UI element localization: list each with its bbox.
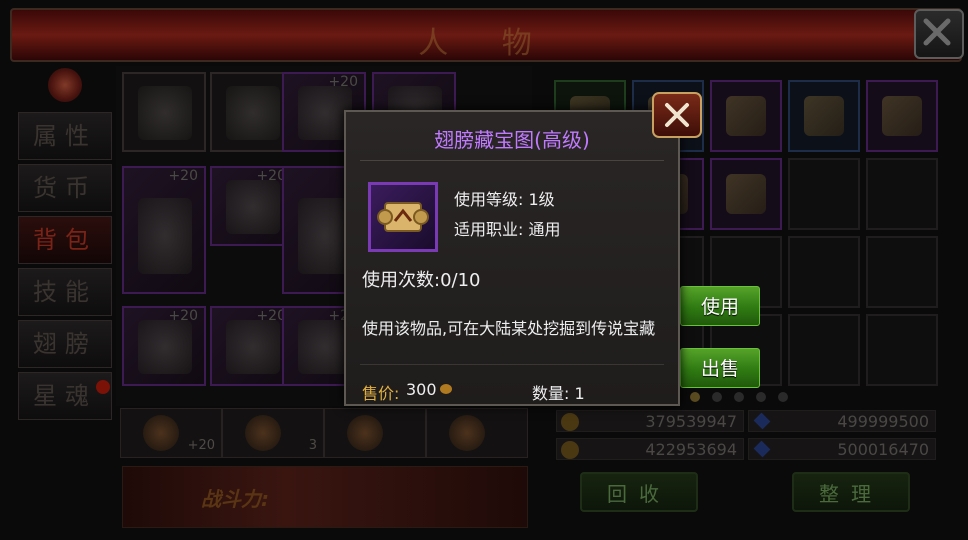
bound-gold-icon: [561, 441, 579, 459]
page-dot[interactable]: [712, 392, 722, 402]
inventory-slot[interactable]: [710, 158, 782, 230]
diamond-icon: [753, 412, 771, 430]
close-icon: [665, 103, 689, 127]
bound-gold-amount: 422953694: [645, 440, 737, 459]
enhance-level: +20: [168, 168, 198, 184]
sell-button[interactable]: 出售: [680, 348, 760, 388]
sidebar: 属性 货币 背包 技能 翅膀 星魂: [18, 68, 114, 420]
accessory-count: 3: [308, 438, 317, 453]
accessory-row: +20 3: [116, 408, 532, 458]
quantity: 数量: 1: [532, 384, 585, 403]
use-button[interactable]: 使用: [680, 286, 760, 326]
equip-slot-ring[interactable]: [122, 72, 206, 152]
bound-diamond-display: 500016470: [748, 438, 936, 460]
window-title: 人 物: [418, 26, 554, 61]
tab-currency[interactable]: 货币: [18, 164, 112, 212]
orb-icon: [245, 415, 281, 451]
inventory-slot[interactable]: [710, 80, 782, 152]
tab-backpack[interactable]: 背包: [18, 216, 112, 264]
accessory-count: +20: [187, 438, 215, 453]
sort-button[interactable]: 整理: [792, 472, 910, 512]
inventory-slot[interactable]: [788, 158, 860, 230]
close-window-button[interactable]: [914, 9, 964, 59]
character-screen: 人 物 属性 货币 背包 技能 翅膀 星魂 +20 +20 +20 +20 +2…: [0, 0, 968, 540]
divider: [360, 364, 664, 365]
divider: [360, 160, 664, 161]
bracer-icon: [226, 180, 280, 234]
sword-icon: [138, 198, 192, 274]
item-icon-frame: [368, 182, 438, 252]
pet-icon: [449, 415, 485, 451]
item-tooltip: 翅膀藏宝图(高级) 使用等级: 1级 适用职业: 通用 使用次数:0/10 使用…: [344, 110, 680, 406]
accessory-slot[interactable]: [324, 408, 426, 458]
gold-coin-icon: [440, 384, 452, 394]
use-count: 使用次数:0/10: [362, 270, 481, 291]
page-dot[interactable]: [756, 392, 766, 402]
medal-icon: [143, 415, 179, 451]
gold-amount: 379539947: [645, 412, 737, 431]
inventory-slot[interactable]: [866, 236, 938, 308]
bound-diamond-amount: 500016470: [837, 440, 929, 459]
treasure-map-icon: [726, 96, 766, 136]
bracelet-icon: [226, 320, 280, 374]
combat-power-bar: 战斗力:: [122, 466, 528, 528]
tab-wings[interactable]: 翅膀: [18, 320, 112, 368]
accessory-slot[interactable]: [426, 408, 528, 458]
applicable-class: 适用职业: 通用: [454, 220, 561, 239]
treasure-map-icon: [377, 202, 429, 232]
equip-slot-weapon[interactable]: +20: [122, 166, 206, 294]
page-dot[interactable]: [778, 392, 788, 402]
bound-gold-display: 422953694: [556, 438, 744, 460]
treasure-map-icon: [882, 96, 922, 136]
inventory-slot[interactable]: [788, 80, 860, 152]
recycle-button[interactable]: 回收: [580, 472, 698, 512]
item-description: 使用该物品,可在大陆某处挖掘到传说宝藏: [362, 319, 656, 338]
character-emblem-icon: [48, 68, 82, 102]
close-icon: [923, 18, 951, 46]
inventory-slot[interactable]: [866, 80, 938, 152]
use-level: 使用等级: 1级: [454, 190, 555, 209]
ring-icon: [138, 86, 192, 140]
notification-dot: [96, 380, 110, 394]
treasure-map-icon: [804, 96, 844, 136]
necklace-icon: [226, 86, 280, 140]
inventory-slot[interactable]: [788, 236, 860, 308]
diamond-display: 499999500: [748, 410, 936, 432]
bound-diamond-icon: [753, 440, 771, 458]
accessory-slot[interactable]: 3: [222, 408, 324, 458]
treasure-map-icon: [726, 174, 766, 214]
combat-power-label: 战斗力:: [201, 487, 269, 511]
gloves-icon: [138, 320, 192, 374]
equip-slot-gloves[interactable]: +20: [122, 306, 206, 386]
diamond-amount: 499999500: [837, 412, 929, 431]
title-bar: 人 物: [10, 8, 962, 62]
price-value: 300: [406, 380, 437, 399]
tab-star-soul[interactable]: 星魂: [18, 372, 112, 420]
page-dot[interactable]: [734, 392, 744, 402]
gold-display: 379539947: [556, 410, 744, 432]
tab-skills[interactable]: 技能: [18, 268, 112, 316]
inventory-slot[interactable]: [788, 314, 860, 386]
item-name: 翅膀藏宝图(高级): [434, 128, 590, 152]
tab-attributes[interactable]: 属性: [18, 112, 112, 160]
accessory-slot[interactable]: +20: [120, 408, 222, 458]
mount-icon: [347, 415, 383, 451]
inventory-slot[interactable]: [866, 158, 938, 230]
gold-coin-icon: [561, 413, 579, 431]
price-label: 售价:: [362, 384, 400, 403]
page-dot[interactable]: [690, 392, 700, 402]
inventory-slot[interactable]: [866, 314, 938, 386]
tooltip-close-button[interactable]: [652, 92, 702, 138]
